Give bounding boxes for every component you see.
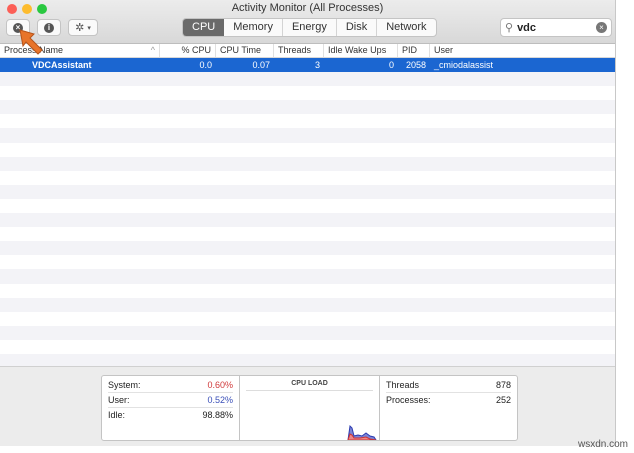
system-value: 0.60%: [207, 380, 233, 390]
empty-row: [0, 227, 615, 242]
action-menu-button[interactable]: ✲ ▾: [68, 19, 98, 36]
gear-icon: ✲: [75, 22, 85, 34]
pid: 2058: [405, 60, 426, 70]
chevron-down-icon: ▾: [87, 24, 91, 32]
empty-row: [0, 72, 615, 87]
empty-row: [0, 241, 615, 256]
tab-network[interactable]: Network: [376, 19, 435, 36]
empty-row: [0, 128, 615, 143]
tab-cpu[interactable]: CPU: [183, 19, 225, 36]
idle-value: 98.88%: [202, 410, 233, 420]
empty-row: [0, 114, 615, 129]
tab-memory[interactable]: Memory: [224, 19, 282, 36]
table-row[interactable]: VDCAssistant 0.0 0.07 3 0 2058 _cmiodala…: [0, 58, 615, 73]
column-cpu-percent[interactable]: % CPU: [160, 44, 216, 57]
empty-rows: [0, 72, 615, 369]
threads-label: Threads: [386, 380, 420, 390]
empty-row: [0, 198, 615, 214]
empty-row: [0, 170, 615, 185]
search-field[interactable]: ⚲ vdc ×: [500, 18, 612, 37]
activity-monitor-window: Activity Monitor (All Processes) × i ✲ ▾ …: [0, 0, 616, 446]
window-title: Activity Monitor (All Processes): [231, 2, 384, 14]
tab-disk[interactable]: Disk: [335, 19, 376, 36]
search-input[interactable]: vdc: [517, 22, 592, 34]
empty-row: [0, 156, 615, 171]
empty-row: [0, 311, 615, 326]
watermark: wsxdn.com: [577, 439, 628, 450]
empty-row: [0, 100, 615, 115]
process-name: VDCAssistant: [32, 60, 92, 70]
empty-row: [0, 142, 615, 157]
empty-row: [0, 213, 615, 228]
empty-row: [0, 297, 615, 312]
cpu-usage-stats: System: 0.60% User: 0.52% Idle: 98.88%: [102, 376, 240, 440]
clear-search-icon[interactable]: ×: [596, 22, 607, 33]
user-label: User:: [108, 395, 130, 405]
user: _cmiodalassist: [434, 60, 494, 70]
view-tabs: CPU Memory Energy Disk Network: [182, 18, 437, 37]
column-pid[interactable]: PID: [398, 44, 430, 57]
tab-energy[interactable]: Energy: [281, 19, 336, 36]
empty-row: [0, 184, 615, 199]
title-bar: Activity Monitor (All Processes) × i ✲ ▾ …: [0, 0, 615, 44]
empty-row: [0, 255, 615, 270]
threads: 3: [314, 60, 320, 70]
process-table: VDCAssistant 0.0 0.07 3 0 2058 _cmiodala…: [0, 58, 615, 369]
user-value: 0.52%: [207, 395, 233, 405]
cpu-load-sparkline: [347, 424, 377, 440]
process-counts: Threads 878 Processes: 252: [380, 376, 517, 440]
column-cpu-time[interactable]: CPU Time: [216, 44, 274, 57]
search-icon: ⚲: [505, 22, 514, 34]
cpu-percent: 0.0: [199, 60, 212, 70]
idle-wake-ups: 0: [388, 60, 394, 70]
column-idle-wake-ups[interactable]: Idle Wake Ups: [324, 44, 398, 57]
idle-label: Idle:: [108, 410, 126, 420]
cpu-time: 0.07: [252, 60, 270, 70]
empty-row: [0, 283, 615, 298]
column-threads[interactable]: Threads: [274, 44, 324, 57]
cpu-summary-panel: System: 0.60% User: 0.52% Idle: 98.88% CPU …: [0, 366, 615, 446]
cpu-load-graph: CPU LOAD: [240, 376, 380, 440]
empty-row: [0, 86, 615, 101]
table-header: Process Name ^ % CPU CPU Time Threads Idl…: [0, 44, 615, 58]
system-label: System:: [108, 380, 141, 390]
sort-ascending-icon: ^: [150, 45, 155, 55]
empty-row: [0, 339, 615, 354]
orange-arrow-pointer-icon: [19, 29, 43, 55]
processes-value: 252: [495, 395, 511, 405]
empty-row: [0, 325, 615, 340]
column-user[interactable]: User: [430, 44, 528, 57]
processes-label: Processes:: [386, 395, 431, 405]
empty-row: [0, 269, 615, 284]
threads-value: 878: [495, 380, 511, 390]
